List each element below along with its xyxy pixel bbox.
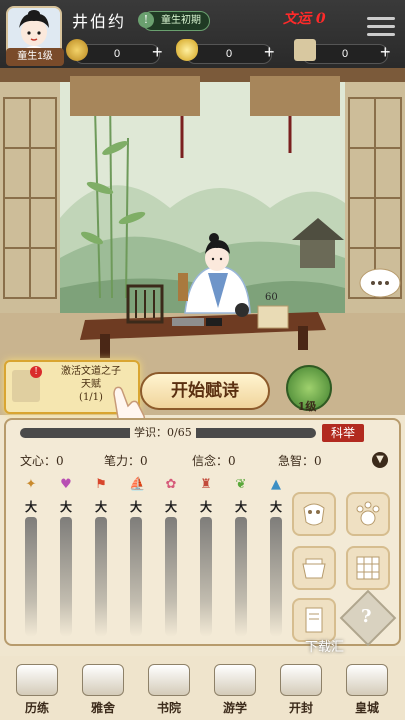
- alert-icon: !: [30, 366, 42, 378]
- copper-coin-icon: [66, 39, 88, 61]
- knowledge-label: 学识：0/65: [130, 424, 196, 440]
- avatar-rank-badge: 童生1级: [6, 48, 64, 66]
- nav-label: 开封: [288, 701, 313, 715]
- nav-lilian-icon: [16, 664, 58, 696]
- wenyun-label: 文运 0: [283, 11, 326, 27]
- nav-label: 皇城: [354, 701, 379, 715]
- nav-label: 历练: [24, 701, 49, 715]
- tower-icon: ♜: [200, 477, 212, 492]
- ink-column[interactable]: ♥ 大: [55, 478, 77, 637]
- nav-youxue[interactable]: 游学: [204, 662, 266, 718]
- nav-lilian[interactable]: 历练: [6, 662, 68, 718]
- ink-stroke: [235, 517, 247, 637]
- nav-label: 雅舍: [90, 701, 115, 715]
- add-ticket-button[interactable]: +: [380, 42, 391, 63]
- ink-char: 大: [269, 500, 282, 514]
- menu-icon[interactable]: [367, 17, 395, 41]
- nav-yashe[interactable]: 雅舍: [72, 662, 134, 718]
- nav-label: 游学: [222, 701, 247, 715]
- ink-column[interactable]: ▲ 大: [265, 478, 287, 637]
- gold-ingot-icon: [176, 39, 198, 61]
- ink-stroke: [165, 517, 177, 637]
- stat-wenxin: 文心：0: [20, 454, 64, 468]
- lotus-icon: ✿: [165, 477, 177, 492]
- watermark: 下载汇: [305, 639, 345, 654]
- cauldron-icon-button[interactable]: [292, 546, 336, 590]
- wheat-icon: ✦: [25, 477, 37, 492]
- nav-kaifeng[interactable]: 开封: [270, 662, 332, 718]
- question-mark-icon: ?: [361, 606, 372, 627]
- grid-icon-button[interactable]: [346, 546, 390, 590]
- event-title-line1: 激活文道之子: [61, 366, 121, 377]
- ingot-value: 0: [186, 44, 272, 64]
- ink-column[interactable]: ⛵ 大: [125, 478, 147, 637]
- nav-kaifeng-icon: [280, 664, 322, 696]
- ink-column[interactable]: ♜ 大: [195, 478, 217, 637]
- sailboat-icon: ⛵: [129, 477, 146, 492]
- start-poem-button[interactable]: 开始赋诗: [140, 372, 270, 410]
- add-coin-button[interactable]: +: [152, 42, 163, 63]
- nav-shuyuan[interactable]: 书院: [138, 662, 200, 718]
- mask-icon-button[interactable]: [292, 492, 336, 536]
- flag-icon: ⚑: [95, 477, 107, 492]
- ink-char: 大: [59, 500, 72, 514]
- chat-bubble-button[interactable]: [358, 270, 400, 300]
- nav-shuyuan-icon: [148, 664, 190, 696]
- ink-char: 大: [199, 500, 212, 514]
- add-ingot-button[interactable]: +: [264, 42, 275, 63]
- player-name: 井伯约: [72, 12, 127, 31]
- ink-column[interactable]: ✦ 大: [20, 478, 42, 637]
- ink-stroke: [95, 517, 107, 637]
- ink-char: 大: [234, 500, 247, 514]
- level-badge: 1级: [297, 400, 317, 413]
- nav-youxue-icon: [214, 664, 256, 696]
- ink-char: 大: [129, 500, 142, 514]
- nav-huangcheng[interactable]: 皇城: [336, 662, 398, 718]
- stat-bili: 笔力：0: [104, 454, 148, 468]
- stat-xinnian: 信念：0: [192, 454, 236, 468]
- mountain-icon: ▲: [271, 477, 281, 492]
- ink-stroke: [200, 517, 212, 637]
- nav-yashe-icon: [82, 664, 124, 696]
- nav-huangcheng-icon: [346, 664, 388, 696]
- stat-jizhi: 急智：0: [278, 454, 322, 468]
- nav-label: 书院: [156, 701, 181, 715]
- ink-stroke: [270, 517, 282, 637]
- leaf-icon: ❦: [235, 477, 247, 492]
- ink-column[interactable]: ✿ 大: [160, 478, 182, 637]
- ink-char: 大: [24, 500, 37, 514]
- paw-icon-button[interactable]: [346, 492, 390, 536]
- ink-char: 大: [94, 500, 107, 514]
- ink-stroke: [25, 517, 37, 637]
- scroll-ticket-icon: [294, 39, 316, 61]
- ink-stroke: [60, 517, 72, 637]
- expand-chevron-icon[interactable]: ▼: [372, 452, 388, 468]
- stage-icon: !: [138, 12, 154, 28]
- ink-char: 大: [164, 500, 177, 514]
- paper-count: 60: [265, 292, 278, 303]
- ink-column[interactable]: ⚑ 大: [90, 478, 112, 637]
- ink-column[interactable]: ❦ 大: [230, 478, 252, 637]
- heart-icon: ♥: [60, 477, 72, 492]
- exam-button[interactable]: 科举: [322, 424, 364, 442]
- ink-stroke: [130, 517, 142, 637]
